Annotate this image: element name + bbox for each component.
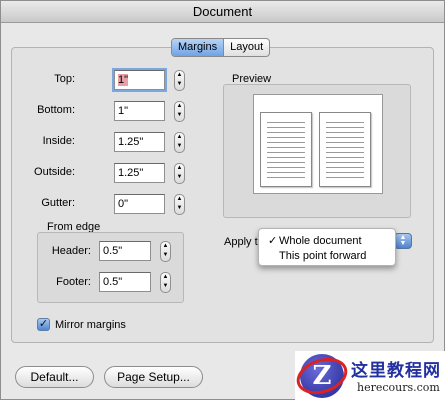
watermark-ring (292, 351, 352, 400)
watermark: Z 这里教程网 herecours.com (292, 351, 445, 400)
top-value: 1" (118, 74, 129, 86)
footer-label: Footer: (56, 276, 91, 288)
header-field[interactable]: 0.5" (99, 241, 151, 261)
chevron-down-icon: ▼ (176, 174, 183, 180)
menu-item-this-point-forward[interactable]: This point forward (259, 249, 397, 264)
outside-field[interactable]: 1.25" (114, 163, 165, 183)
window-title: Document (1, 1, 444, 23)
menu-item-label: Whole document (279, 235, 362, 247)
default-button[interactable]: Default... (15, 366, 94, 388)
tab-margins[interactable]: Margins (172, 39, 225, 56)
mirror-margins-checkbox[interactable]: ✓ (37, 318, 50, 331)
bottom-label: Bottom: (37, 104, 75, 116)
inside-field[interactable]: 1.25" (114, 132, 165, 152)
checkmark-icon: ✓ (38, 318, 49, 330)
outside-label: Outside: (34, 166, 75, 178)
apply-to-menu: ✓ Whole document This point forward (258, 228, 396, 266)
tab-layout[interactable]: Layout (224, 39, 269, 56)
chevron-up-icon: ▲ (162, 274, 169, 280)
mirror-margins-label: Mirror margins (55, 319, 126, 331)
chevron-up-icon: ▲ (176, 72, 183, 78)
checkmark-icon: ✓ (268, 235, 278, 247)
watermark-title: 这里教程网 (351, 361, 441, 381)
document-dialog: Document Margins Layout Top: 1" ▲ ▼ Botto… (0, 0, 445, 400)
gutter-label: Gutter: (41, 197, 75, 209)
menu-item-whole-document[interactable]: ✓ Whole document (259, 234, 397, 249)
chevron-down-icon: ▼ (176, 205, 183, 211)
outside-stepper[interactable]: ▲ ▼ (174, 163, 185, 184)
chevron-down-icon: ▼ (176, 143, 183, 149)
inside-label: Inside: (42, 135, 75, 147)
inside-stepper[interactable]: ▲ ▼ (174, 132, 185, 153)
chevron-down-icon: ▼ (176, 112, 183, 118)
menu-item-label: This point forward (279, 250, 367, 262)
chevron-up-icon: ▲ (176, 103, 183, 109)
chevron-up-icon: ▲ (176, 134, 183, 140)
gutter-stepper[interactable]: ▲ ▼ (174, 194, 185, 215)
chevron-down-icon: ▼ (162, 283, 169, 289)
page-setup-button[interactable]: Page Setup... (104, 366, 203, 388)
top-stepper[interactable]: ▲ ▼ (174, 70, 185, 91)
preview-spread (253, 94, 383, 194)
top-field[interactable]: 1" (114, 70, 165, 90)
footer-stepper[interactable]: ▲ ▼ (160, 272, 171, 293)
header-label: Header: (51, 245, 91, 257)
preview-left-page (260, 112, 312, 187)
header-stepper[interactable]: ▲ ▼ (160, 241, 171, 262)
chevron-up-icon: ▲ (176, 165, 183, 171)
chevron-down-icon: ▼ (162, 252, 169, 258)
chevron-up-icon: ▲ (162, 243, 169, 249)
bottom-field[interactable]: 1" (114, 101, 165, 121)
preview-right-page (319, 112, 371, 187)
tab-control: Margins Layout (171, 38, 271, 57)
footer-field[interactable]: 0.5" (99, 272, 151, 292)
chevron-up-icon: ▲ (176, 196, 183, 202)
watermark-url: herecours.com (357, 381, 440, 394)
chevron-down-icon: ▼ (176, 81, 183, 87)
gutter-field[interactable]: 0" (114, 194, 165, 214)
chevron-down-icon: ▼ (399, 240, 407, 247)
top-label: Top: (54, 73, 75, 85)
bottom-stepper[interactable]: ▲ ▼ (174, 101, 185, 122)
